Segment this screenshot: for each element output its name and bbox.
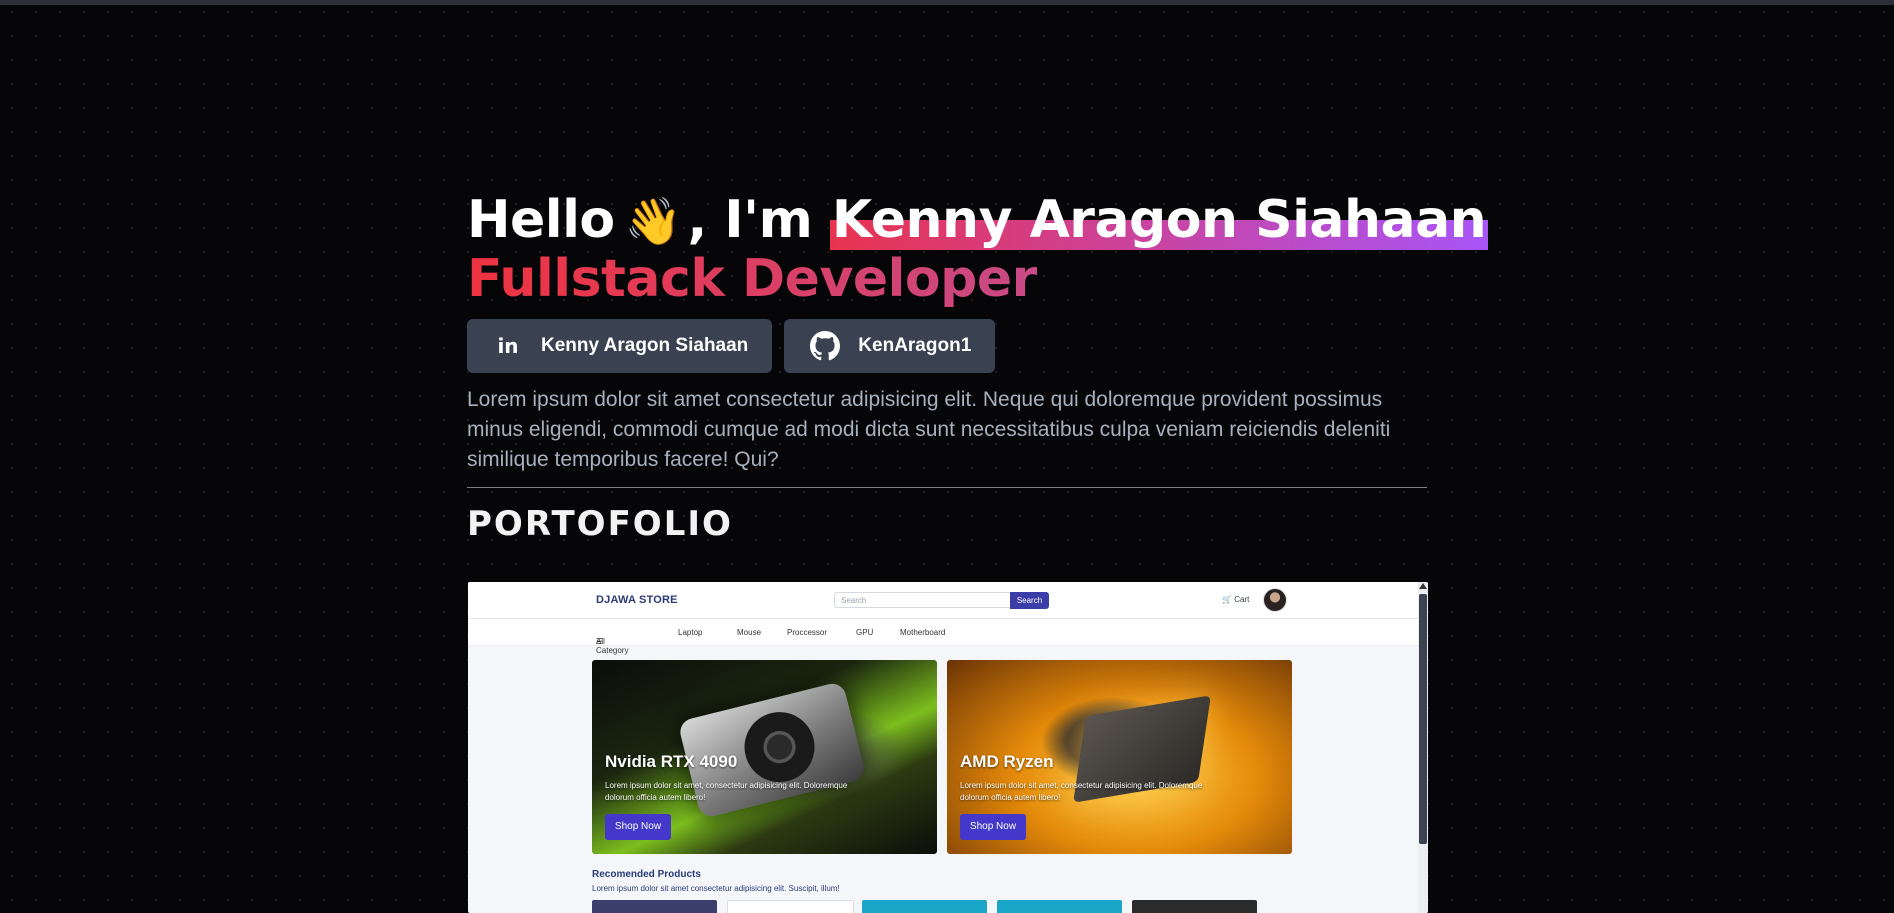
linkedin-label: Kenny Aragon Siahaan (541, 335, 749, 356)
cart-link[interactable]: 🛒 Cart (1222, 595, 1249, 604)
social-links: in Kenny Aragon Siahaan KenAragon1 (467, 319, 1427, 373)
promo-card-nvidia: Nvidia RTX 4090 Lorem ipsum dolor sit am… (592, 660, 937, 854)
shop-now-button[interactable]: Shop Now (605, 814, 671, 840)
github-button[interactable]: KenAragon1 (784, 319, 996, 373)
store-search-button[interactable]: Search (1010, 592, 1049, 609)
hero-heading: Hello 👋, I'm Kenny Aragon Siahaan (467, 190, 1489, 251)
role-title: Fullstack Developer (467, 249, 1037, 309)
window-top-border (0, 0, 1894, 5)
store-brand[interactable]: DJAWA STORE (596, 594, 678, 606)
product-thumb[interactable] (997, 900, 1122, 913)
store-navbar: DJAWA STORE Search Search 🛒 Cart (468, 582, 1418, 619)
category-processor[interactable]: Proccessor (787, 628, 827, 637)
portfolio-preview[interactable]: DJAWA STORE Search Search 🛒 Cart ☰ All C… (468, 582, 1428, 913)
github-label: KenAragon1 (858, 335, 972, 356)
intro-text: , I'm (687, 190, 813, 250)
linkedin-button[interactable]: in Kenny Aragon Siahaan (467, 319, 773, 373)
category-mouse[interactable]: Mouse (737, 628, 761, 637)
promo-card-amd: AMD Ryzen Lorem ipsum dolor sit amet, co… (947, 660, 1292, 854)
category-laptop[interactable]: Laptop (678, 628, 702, 637)
promo-text: Lorem ipsum dolor sit amet, consectetur … (960, 781, 1203, 802)
waving-hand-icon: 👋 (624, 194, 682, 248)
category-motherboard[interactable]: Motherboard (900, 628, 945, 637)
hero-description: Lorem ipsum dolor sit amet consectetur a… (467, 388, 1391, 471)
avatar[interactable] (1263, 588, 1287, 612)
portfolio-heading: PORTOFOLIO (467, 504, 733, 544)
scroll-up-icon[interactable] (1419, 583, 1427, 589)
product-thumb[interactable] (592, 900, 717, 913)
linkedin-icon: in (497, 334, 519, 358)
product-strip (592, 900, 1292, 913)
store-search-input[interactable]: Search (834, 592, 1010, 608)
cart-icon: 🛒 (1222, 595, 1232, 604)
promo-text: Lorem ipsum dolor sit amet, consectetur … (605, 781, 848, 802)
name-highlight: Kenny Aragon Siahaan (829, 190, 1489, 250)
hero-section: Hello 👋, I'm Kenny Aragon Siahaan Fullsta… (467, 190, 1489, 544)
scrollbar-thumb[interactable] (1419, 594, 1427, 844)
shop-now-button[interactable]: Shop Now (960, 814, 1026, 840)
product-thumb[interactable] (1132, 900, 1257, 913)
category-bar: ☰ All Category Laptop Mouse Proccessor G… (468, 619, 1418, 655)
recommended-subtitle: Lorem ipsum dolor sit amet consectetur a… (592, 884, 840, 893)
recommended-title: Recomended Products (592, 869, 701, 880)
promo-title: Nvidia RTX 4090 (605, 752, 738, 771)
section-divider (467, 487, 1427, 488)
promo-title: AMD Ryzen (960, 752, 1054, 771)
product-thumb[interactable] (727, 900, 854, 913)
greeting-text: Hello (467, 190, 615, 250)
scrollbar[interactable] (1418, 582, 1428, 913)
cart-label: Cart (1234, 595, 1250, 604)
category-gpu[interactable]: GPU (856, 628, 873, 637)
github-icon (810, 331, 841, 361)
product-thumb[interactable] (862, 900, 987, 913)
